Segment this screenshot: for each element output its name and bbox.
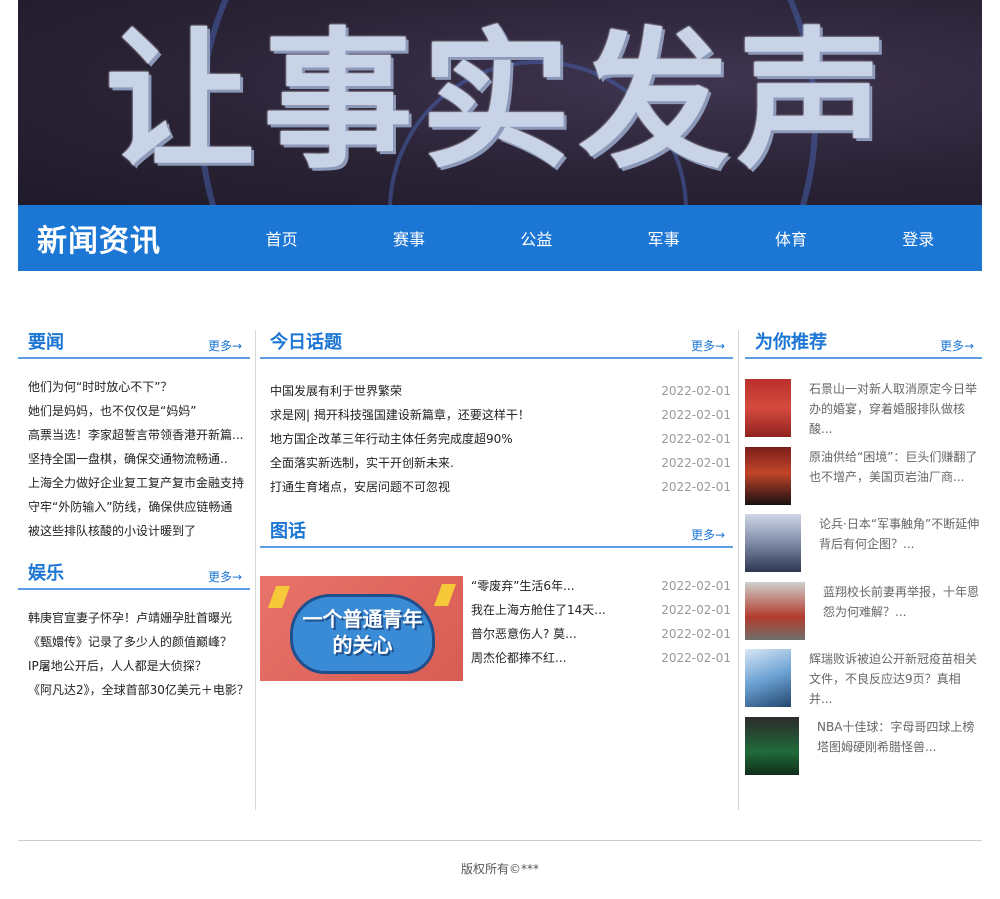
nav-item-home[interactable]: 首页: [218, 226, 345, 250]
nav-item-charity[interactable]: 公益: [473, 226, 600, 250]
nav-item-military[interactable]: 军事: [600, 226, 727, 250]
item-date: 2022-02-01: [661, 408, 731, 422]
section-title: 要闻: [28, 332, 64, 353]
item-date: 2022-02-01: [661, 480, 731, 494]
list-item[interactable]: 打通生育堵点，安居问题不可忽视 2022-02-01: [260, 475, 733, 499]
list-item[interactable]: 普尔恶意伤人? 莫... 2022-02-01: [471, 622, 733, 646]
list-item[interactable]: 上海全力做好企业复工复产复市金融支持: [28, 471, 250, 495]
section-title: 为你推荐: [755, 332, 827, 353]
banner-title: 让事实发声: [104, 15, 895, 189]
footer-divider: [18, 840, 982, 841]
section-header-tuhua: 图话 更多→: [260, 519, 733, 548]
section-header-yaowen: 要闻 更多→: [18, 330, 250, 359]
feature-image[interactable]: 一个普通青年的关心: [260, 576, 463, 681]
footer-copyright: 版权所有©***: [460, 862, 539, 876]
column-divider: [255, 330, 256, 810]
list-item[interactable]: “零废弃”生活6年... 2022-02-01: [471, 574, 733, 598]
list-item[interactable]: 高票当选！李家超誓言带领香港开新篇...: [28, 423, 250, 447]
list-item[interactable]: 《甄嬛传》记录了多少人的颜值巅峰？: [28, 630, 250, 654]
item-title: “零废弃”生活6年...: [471, 579, 575, 593]
thumbnail-image: [745, 379, 791, 437]
list-item[interactable]: IP屠地公开后，人人都是大侦探？: [28, 654, 250, 678]
news-list-yaowen: 他们为何“时时放心不下”？ 她们是妈妈，也不仅仅是“妈妈” 高票当选！李家超誓言…: [18, 359, 250, 543]
item-date: 2022-02-01: [661, 627, 731, 641]
more-link[interactable]: 更多→: [208, 568, 242, 585]
item-title: 地方国企改革三年行动主体任务完成度超90%: [270, 432, 513, 446]
recommend-text: 论兵·日本“军事触角”不断延伸 背后有何企图？...: [819, 517, 980, 552]
section-header-today: 今日话题 更多→: [260, 330, 733, 359]
recommend-item[interactable]: 原油供给“困境”：巨头们赚翻了也不增产，美国页岩油厂商...: [745, 446, 982, 515]
section-title: 今日话题: [270, 332, 342, 353]
thumbnail-image: [745, 716, 799, 775]
recommend-item[interactable]: 论兵·日本“军事触角”不断延伸 背后有何企图？...: [745, 514, 982, 582]
section-header-recommend: 为你推荐 更多→: [745, 330, 982, 359]
recommend-text: 石景山一对新人取消原定今日举办的婚宴，穿着婚服排队做核酸...: [809, 382, 978, 436]
navbar: 新闻资讯 首页 赛事 公益 军事 体育 登录: [18, 205, 982, 271]
lightning-icon: [433, 584, 457, 606]
more-link[interactable]: 更多→: [691, 526, 725, 543]
list-item[interactable]: 他们为何“时时放心不下”？: [28, 375, 250, 399]
news-list-today: 中国发展有利于世界繁荣 2022-02-01 求是网| 揭开科技强国建设新篇章，还…: [260, 359, 733, 499]
main-nav: 首页 赛事 公益 军事 体育 登录: [218, 226, 982, 250]
thumbnail-image: [745, 649, 791, 708]
section-title: 图话: [270, 521, 306, 542]
news-list-yule: 韩庚官宣妻子怀孕！卢靖姗孕肚首曝光 《甄嬛传》记录了多少人的颜值巅峰？ IP屠地…: [18, 590, 250, 702]
list-item[interactable]: 被这些排队核酸的小设计暖到了: [28, 519, 250, 543]
item-date: 2022-02-01: [661, 603, 731, 617]
left-column: 要闻 更多→ 他们为何“时时放心不下”？ 她们是妈妈，也不仅仅是“妈妈” 高票当…: [18, 330, 250, 702]
recommend-text: NBA十佳球：字母哥四球上榜 塔图姆硬刚希腊怪兽...: [817, 719, 975, 754]
recommend-list: 石景山一对新人取消原定今日举办的婚宴，穿着婚服排队做核酸... 原油供给“困境”…: [745, 359, 982, 785]
photo-block: 一个普通青年的关心 “零废弃”生活6年... 2022-02-01 我在上海方舱住…: [260, 576, 733, 681]
more-link[interactable]: 更多→: [940, 337, 974, 354]
recommend-text: 蓝翔校长前妻再举报，十年恩怨为何难解？...: [823, 584, 980, 619]
right-column: 为你推荐 更多→ 石景山一对新人取消原定今日举办的婚宴，穿着婚服排队做核酸...…: [745, 330, 982, 785]
recommend-text: 原油供给“困境”：巨头们赚翻了也不增产，美国页岩油厂商...: [809, 449, 978, 484]
top-banner: 让事实发声: [18, 0, 982, 205]
list-item[interactable]: 坚持全国一盘棋，确保交通物流畅通..: [28, 447, 250, 471]
list-item[interactable]: 地方国企改革三年行动主体任务完成度超90% 2022-02-01: [260, 427, 733, 451]
recommend-item[interactable]: NBA十佳球：字母哥四球上榜 塔图姆硬刚希腊怪兽...: [745, 716, 982, 785]
more-link[interactable]: 更多→: [208, 337, 242, 354]
item-date: 2022-02-01: [661, 384, 731, 398]
list-item[interactable]: 守牢“外防输入”防线，确保供应链畅通: [28, 495, 250, 519]
section-header-yule: 娱乐 更多→: [18, 561, 250, 590]
lightning-icon: [267, 586, 291, 608]
list-item[interactable]: 她们是妈妈，也不仅仅是“妈妈”: [28, 399, 250, 423]
middle-column: 今日话题 更多→ 中国发展有利于世界繁荣 2022-02-01 求是网| 揭开科技…: [260, 330, 733, 681]
recommend-item[interactable]: 辉瑞败诉被迫公开新冠疫苗相关文件，不良反应达9页？真相并...: [745, 649, 982, 717]
item-title: 周杰伦都捧不红...: [471, 651, 567, 665]
item-date: 2022-02-01: [661, 432, 731, 446]
item-title: 打通生育堵点，安居问题不可忽视: [270, 480, 451, 494]
list-item[interactable]: 韩庚官宣妻子怀孕！卢靖姗孕肚首曝光: [28, 606, 250, 630]
item-date: 2022-02-01: [661, 651, 731, 665]
list-item[interactable]: 我在上海方舱住了14天... 2022-02-01: [471, 598, 733, 622]
news-list-tuhua: “零废弃”生活6年... 2022-02-01 我在上海方舱住了14天... 202…: [463, 574, 733, 681]
list-item[interactable]: 求是网| 揭开科技强国建设新篇章，还要这样干！ 2022-02-01: [260, 403, 733, 427]
thumbnail-image: [745, 581, 805, 640]
item-title: 普尔恶意伤人? 莫...: [471, 627, 577, 641]
more-link[interactable]: 更多→: [691, 337, 725, 354]
item-title: 求是网| 揭开科技强国建设新篇章，还要这样干！: [270, 408, 530, 422]
site-logo[interactable]: 新闻资讯: [18, 216, 218, 260]
recommend-text: 辉瑞败诉被迫公开新冠疫苗相关文件，不良反应达9页？真相并...: [809, 652, 978, 707]
thumbnail-image: [745, 446, 791, 505]
nav-item-sports[interactable]: 体育: [727, 226, 854, 250]
list-item[interactable]: 中国发展有利于世界繁荣 2022-02-01: [260, 379, 733, 403]
thumbnail-image: [745, 514, 801, 573]
list-item[interactable]: 全面落实新选制，实干开创新未来. 2022-02-01: [260, 451, 733, 475]
nav-item-events[interactable]: 赛事: [345, 226, 472, 250]
column-divider: [738, 330, 739, 810]
item-date: 2022-02-01: [661, 456, 731, 470]
item-date: 2022-02-01: [661, 579, 731, 593]
item-title: 中国发展有利于世界繁荣: [270, 384, 403, 398]
item-title: 全面落实新选制，实干开创新未来.: [270, 456, 454, 470]
image-caption: 一个普通青年的关心: [302, 607, 423, 657]
recommend-item[interactable]: 蓝翔校长前妻再举报，十年恩怨为何难解？...: [745, 581, 982, 650]
list-item[interactable]: 周杰伦都捧不红... 2022-02-01: [471, 646, 733, 670]
section-title: 娱乐: [28, 563, 64, 584]
nav-item-login[interactable]: 登录: [855, 226, 982, 250]
recommend-item[interactable]: 石景山一对新人取消原定今日举办的婚宴，穿着婚服排队做核酸...: [745, 379, 982, 447]
item-title: 我在上海方舱住了14天...: [471, 603, 606, 617]
list-item[interactable]: 《阿凡达2》，全球首部30亿美元＋电影？: [28, 678, 250, 702]
